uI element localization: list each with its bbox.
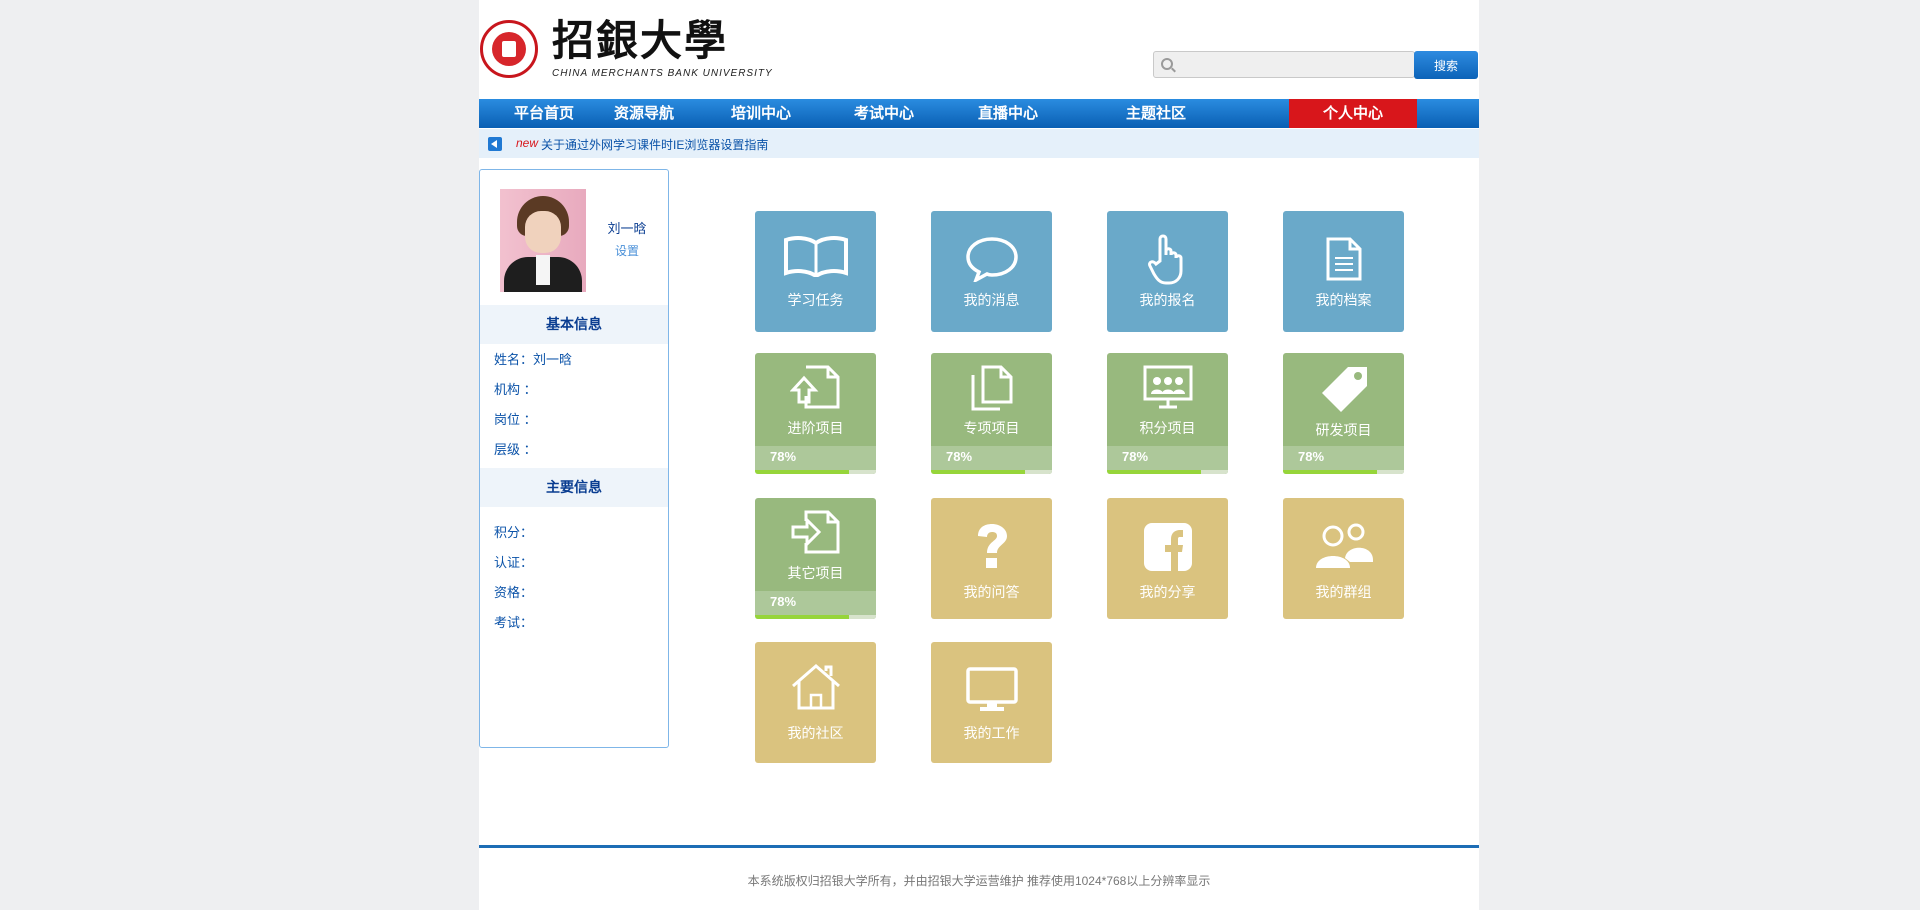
progress-text: 78%	[770, 449, 797, 464]
tile-my-groups[interactable]: 我的群组	[1283, 498, 1404, 619]
presentation-icon	[1107, 364, 1228, 424]
progress-fill	[755, 470, 850, 474]
tile-my-community[interactable]: 我的社区	[755, 642, 876, 763]
search-icon	[1161, 58, 1173, 70]
tile-other-projects[interactable]: 其它项目 78%	[755, 498, 876, 619]
tile-label: 研发项目	[1315, 422, 1372, 438]
footer-copyright: 本系统版权归招银大学所有，并由招银大学运营维护 推荐使用1024*768以上分辨…	[747, 874, 1211, 888]
nav-item-exams[interactable]: 考试中心	[843, 99, 925, 128]
tile-label: 积分项目	[1139, 420, 1196, 436]
tile-label: 其它项目	[787, 565, 844, 581]
tile-label: 我的群组	[1315, 584, 1372, 600]
notice-bar: new 关于通过外网学习课件时IE浏览器设置指南	[479, 129, 1479, 158]
progress-text: 78%	[1122, 449, 1149, 464]
tile-points-projects[interactable]: 积分项目 78%	[1107, 353, 1228, 474]
tile-label: 我的工作	[963, 725, 1020, 741]
new-badge: new	[516, 136, 539, 150]
tile-rnd-projects[interactable]: 研发项目 78%	[1283, 353, 1404, 474]
speech-bubble-icon	[931, 236, 1052, 296]
question-mark-icon	[931, 522, 1052, 582]
import-file-icon	[755, 509, 876, 569]
tile-special-projects[interactable]: 专项项目 78%	[931, 353, 1052, 474]
copy-files-icon	[931, 364, 1052, 424]
info-row-certification: 认证：	[494, 555, 534, 570]
nav-item-home[interactable]: 平台首页	[503, 99, 585, 128]
progress-fill	[1283, 470, 1378, 474]
settings-link[interactable]: 设置	[602, 242, 652, 259]
page: 招銀大學 CHINA MERCHANTS BANK UNIVERSITY 搜索 …	[479, 0, 1479, 910]
tile-my-qa[interactable]: 我的问答	[931, 498, 1052, 619]
info-row-qualification: 资格：	[494, 585, 534, 600]
tile-label: 我的分享	[1139, 584, 1196, 600]
tile-label: 专项项目	[963, 420, 1020, 436]
logo-emblem-icon	[480, 20, 538, 78]
tile-learning-tasks[interactable]: 学习任务	[755, 211, 876, 332]
document-icon	[1283, 236, 1404, 296]
tag-icon	[1283, 364, 1404, 424]
header: 招銀大學 CHINA MERCHANTS BANK UNIVERSITY 搜索	[479, 0, 1479, 99]
tile-advanced-projects[interactable]: 进阶项目 78%	[755, 353, 876, 474]
main-info-heading: 主要信息	[480, 468, 668, 507]
info-row-exam: 考试：	[494, 615, 534, 630]
info-row-name: 姓名：刘一晗	[494, 352, 573, 367]
speaker-icon	[488, 137, 502, 151]
pointing-hand-icon	[1107, 233, 1228, 293]
nav-item-community[interactable]: 主题社区	[1115, 99, 1197, 128]
tile-my-registration[interactable]: 我的报名	[1107, 211, 1228, 332]
main-nav: 平台首页 资源导航 培训中心 考试中心 直播中心 主题社区 个人中心	[479, 99, 1479, 128]
info-row-institution: 机构 ：	[494, 382, 537, 397]
info-row-points: 积分：	[494, 525, 534, 540]
tile-label: 我的消息	[963, 292, 1020, 308]
info-row-level: 层级 ：	[494, 442, 537, 457]
avatar[interactable]	[500, 189, 586, 292]
progress-text: 78%	[770, 594, 797, 609]
user-name[interactable]: 刘一晗	[602, 218, 652, 237]
tile-label: 学习任务	[787, 292, 844, 308]
basic-info-heading: 基本信息	[480, 305, 668, 344]
progress-fill	[931, 470, 1026, 474]
notice-link[interactable]: 关于通过外网学习课件时IE浏览器设置指南	[541, 136, 768, 153]
tile-my-work[interactable]: 我的工作	[931, 642, 1052, 763]
tile-label: 进阶项目	[787, 420, 844, 436]
profile-card: 刘一晗 设置	[480, 170, 668, 306]
tile-label: 我的社区	[787, 725, 844, 741]
nav-item-personal-center[interactable]: 个人中心	[1289, 99, 1417, 128]
book-icon	[755, 235, 876, 295]
nav-item-live[interactable]: 直播中心	[967, 99, 1049, 128]
university-logo[interactable]: 招銀大學 CHINA MERCHANTS BANK UNIVERSITY	[480, 16, 772, 82]
tile-label: 我的档案	[1315, 292, 1372, 308]
tile-label: 我的问答	[963, 584, 1020, 600]
tile-my-messages[interactable]: 我的消息	[931, 211, 1052, 332]
search-box	[1153, 51, 1415, 78]
footer-divider	[479, 845, 1479, 848]
progress-fill	[755, 615, 850, 619]
search-input[interactable]	[1178, 55, 1414, 76]
tile-label: 我的报名	[1139, 292, 1196, 308]
nav-item-resources[interactable]: 资源导航	[603, 99, 685, 128]
info-row-position: 岗位 ：	[494, 412, 537, 427]
nav-item-training[interactable]: 培训中心	[720, 99, 802, 128]
home-icon	[755, 663, 876, 723]
group-icon	[1283, 522, 1404, 582]
logo-title: 招銀大學	[552, 16, 729, 65]
user-sidebar: 刘一晗 设置 基本信息 姓名：刘一晗 机构 ： 岗位 ： 层级 ： 主要信息 积…	[479, 169, 669, 748]
tile-my-profile[interactable]: 我的档案	[1283, 211, 1404, 332]
search-button[interactable]: 搜索	[1414, 51, 1478, 79]
facebook-icon	[1107, 522, 1228, 582]
logo-subtitle: CHINA MERCHANTS BANK UNIVERSITY	[552, 68, 773, 79]
progress-text: 78%	[1298, 449, 1325, 464]
tile-my-share[interactable]: 我的分享	[1107, 498, 1228, 619]
upload-file-icon	[755, 364, 876, 424]
progress-fill	[1107, 470, 1202, 474]
monitor-icon	[931, 666, 1052, 726]
progress-text: 78%	[946, 449, 973, 464]
